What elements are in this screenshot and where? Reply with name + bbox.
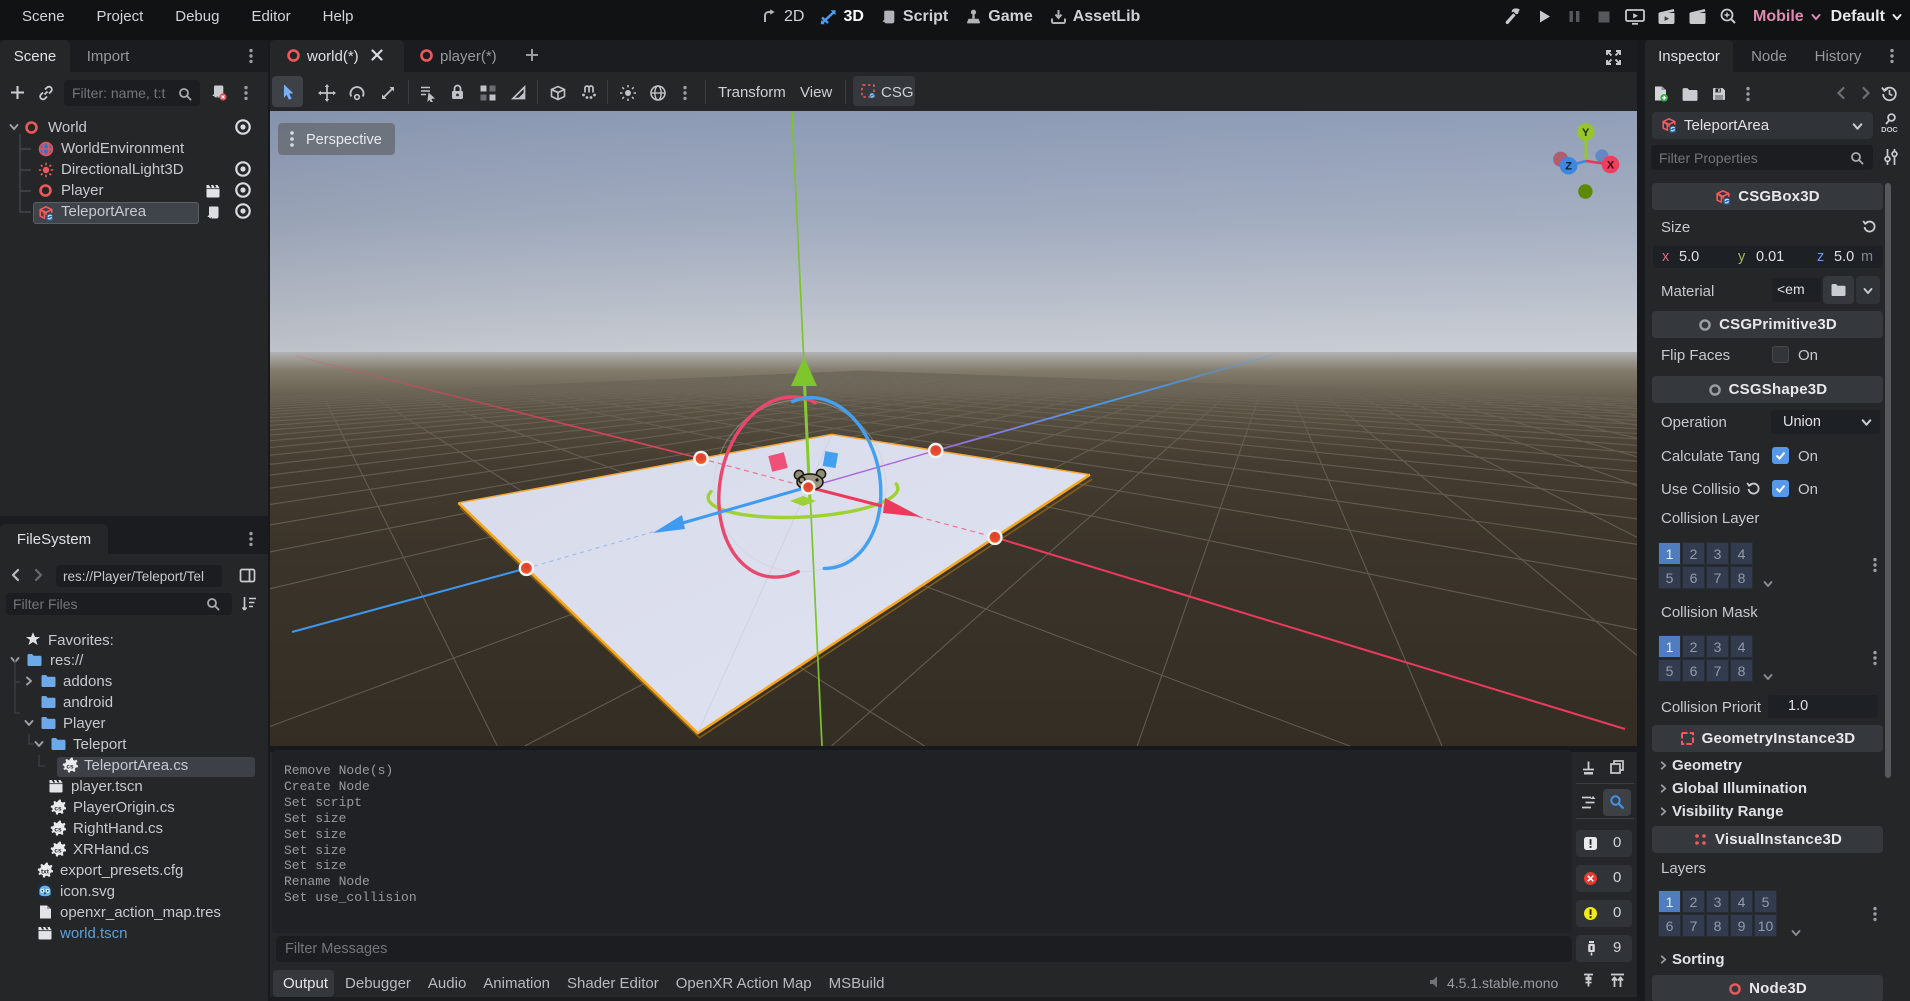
svg-text:Y: Y [1582,127,1590,139]
svg-text:Perspective: Perspective [306,132,382,148]
svg-text:cs: cs [54,806,62,813]
svg-text:cs: cs [54,827,62,834]
svg-text:cs: cs [66,764,74,771]
svg-text:DOC: DOC [1881,125,1898,134]
svg-text:Z: Z [1565,161,1572,173]
svg-text:X: X [1607,160,1615,172]
svg-text:cs: cs [54,848,62,855]
svg-text:txt: txt [41,869,50,876]
